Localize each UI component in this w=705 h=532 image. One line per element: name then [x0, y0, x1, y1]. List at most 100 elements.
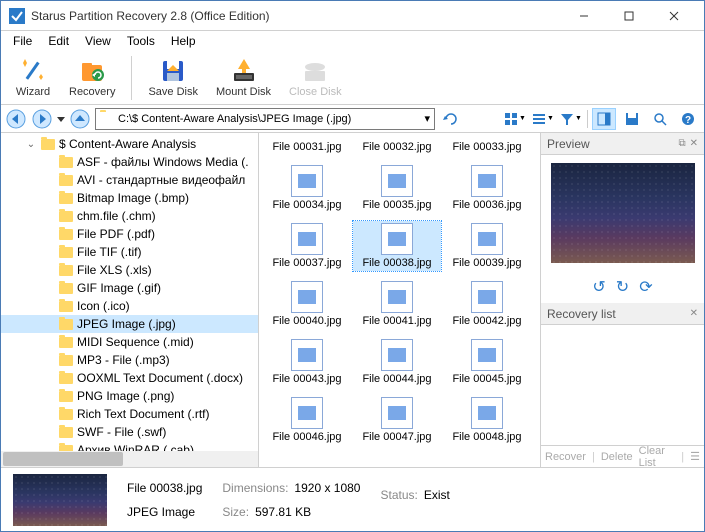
tree-item[interactable]: Rich Text Document (.rtf): [1, 405, 258, 423]
image-file-icon: [291, 223, 323, 255]
tree-item[interactable]: MP3 - File (.mp3): [1, 351, 258, 369]
file-item[interactable]: File 00036.jpg: [443, 163, 531, 213]
search-button[interactable]: [648, 108, 672, 130]
tree-item[interactable]: OOXML Text Document (.docx): [1, 369, 258, 387]
refresh-button[interactable]: [439, 108, 463, 130]
file-item[interactable]: File 00031.jpg: [263, 139, 351, 155]
collapse-icon[interactable]: ⌄: [25, 139, 37, 150]
tree-scrollbar[interactable]: [1, 451, 258, 467]
file-item[interactable]: File 00043.jpg: [263, 337, 351, 387]
nav-up-button[interactable]: [69, 108, 91, 130]
titlebar: Starus Partition Recovery 2.8 (Office Ed…: [1, 1, 704, 31]
address-dropdown[interactable]: ▾: [424, 112, 430, 125]
menubar: File Edit View Tools Help: [1, 31, 704, 51]
main-toolbar: Wizard Recovery Save Disk Mount Disk Clo…: [1, 51, 704, 105]
nav-back-button[interactable]: [5, 108, 27, 130]
nav-forward-button[interactable]: [31, 108, 53, 130]
view-mode-button[interactable]: ▼: [503, 108, 527, 130]
nav-history-dropdown[interactable]: [57, 111, 65, 127]
wizard-button[interactable]: Wizard: [9, 55, 57, 100]
folder-icon: [59, 264, 73, 276]
file-item[interactable]: File 00038.jpg: [353, 221, 441, 271]
tree-item[interactable]: File XLS (.xls): [1, 261, 258, 279]
file-item[interactable]: File 00035.jpg: [353, 163, 441, 213]
image-file-icon: [291, 165, 323, 197]
tree-item[interactable]: AVI - стандартные видеофайл: [1, 171, 258, 189]
folder-tree[interactable]: ⌄ $ Content-Aware Analysis ASF - файлы W…: [1, 133, 259, 467]
file-listing[interactable]: File 00031.jpgFile 00032.jpgFile 00033.j…: [259, 133, 540, 467]
tree-item[interactable]: MIDI Sequence (.mid): [1, 333, 258, 351]
maximize-button[interactable]: [606, 2, 651, 30]
menu-tools[interactable]: Tools: [119, 32, 163, 50]
preview-close-icon[interactable]: ✕: [690, 138, 698, 149]
recovery-list-close-icon[interactable]: ✕: [690, 308, 698, 319]
image-file-icon: [291, 397, 323, 429]
refresh-preview-icon[interactable]: ⟳: [639, 277, 652, 297]
preview-pin-icon[interactable]: ⧉: [678, 138, 685, 149]
file-item[interactable]: File 00048.jpg: [443, 395, 531, 445]
status-bar: File 00038.jpg JPEG Image Dimensions:192…: [1, 467, 704, 531]
file-item[interactable]: File 00042.jpg: [443, 279, 531, 329]
tree-item[interactable]: File PDF (.pdf): [1, 225, 258, 243]
menu-edit[interactable]: Edit: [40, 32, 77, 50]
file-item[interactable]: File 00039.jpg: [443, 221, 531, 271]
image-file-icon: [471, 165, 503, 197]
file-item[interactable]: File 00034.jpg: [263, 163, 351, 213]
image-file-icon: [471, 223, 503, 255]
file-item[interactable]: File 00040.jpg: [263, 279, 351, 329]
status-filename: File 00038.jpg: [127, 481, 202, 495]
recovery-button[interactable]: Recovery: [63, 55, 121, 100]
menu-view[interactable]: View: [77, 32, 119, 50]
svg-text:?: ?: [685, 115, 691, 126]
save-disk-label: Save Disk: [148, 86, 198, 98]
tree-item[interactable]: File TIF (.tif): [1, 243, 258, 261]
tree-item[interactable]: chm.file (.chm): [1, 207, 258, 225]
filter-button[interactable]: ▼: [559, 108, 583, 130]
clear-list-button[interactable]: Clear List: [639, 445, 676, 469]
recover-button[interactable]: Recover: [545, 451, 586, 463]
status-filetype: JPEG Image: [127, 505, 202, 519]
tree-item[interactable]: JPEG Image (.jpg): [1, 315, 258, 333]
folder-icon: [59, 156, 73, 168]
rotate-left-icon[interactable]: ↺: [592, 277, 605, 297]
rotate-right-icon[interactable]: ↻: [616, 277, 629, 297]
help-button[interactable]: ?: [676, 108, 700, 130]
recovery-list-content[interactable]: [541, 325, 704, 445]
wizard-icon: [19, 57, 47, 85]
close-button[interactable]: [651, 2, 696, 30]
image-file-icon: [291, 281, 323, 313]
folder-icon: [100, 112, 114, 126]
tree-item[interactable]: Icon (.ico): [1, 297, 258, 315]
file-item[interactable]: File 00033.jpg: [443, 139, 531, 155]
menu-help[interactable]: Help: [163, 32, 204, 50]
file-item[interactable]: File 00032.jpg: [353, 139, 441, 155]
file-item[interactable]: File 00047.jpg: [353, 395, 441, 445]
delete-button[interactable]: Delete: [601, 451, 633, 463]
tree-root[interactable]: ⌄ $ Content-Aware Analysis: [1, 135, 258, 153]
toolbar-separator: [131, 56, 132, 100]
list-options-icon[interactable]: ☰: [690, 450, 700, 463]
save-disk-button[interactable]: Save Disk: [142, 55, 204, 100]
tree-item[interactable]: SWF - File (.swf): [1, 423, 258, 441]
file-item[interactable]: File 00046.jpg: [263, 395, 351, 445]
file-item[interactable]: File 00044.jpg: [353, 337, 441, 387]
image-file-icon: [381, 223, 413, 255]
file-item[interactable]: File 00045.jpg: [443, 337, 531, 387]
save-button[interactable]: [620, 108, 644, 130]
address-toolbar: C:\$ Content-Aware Analysis\JPEG Image (…: [1, 105, 704, 133]
menu-file[interactable]: File: [5, 32, 40, 50]
mount-disk-label: Mount Disk: [216, 86, 271, 98]
tree-item[interactable]: GIF Image (.gif): [1, 279, 258, 297]
address-bar[interactable]: C:\$ Content-Aware Analysis\JPEG Image (…: [95, 108, 435, 130]
preview-toggle[interactable]: [592, 108, 616, 130]
tree-item[interactable]: Bitmap Image (.bmp): [1, 189, 258, 207]
recovery-icon: [78, 57, 106, 85]
file-item[interactable]: File 00037.jpg: [263, 221, 351, 271]
image-file-icon: [381, 165, 413, 197]
options-button[interactable]: ▼: [531, 108, 555, 130]
file-item[interactable]: File 00041.jpg: [353, 279, 441, 329]
tree-item[interactable]: PNG Image (.png): [1, 387, 258, 405]
tree-item[interactable]: ASF - файлы Windows Media (.: [1, 153, 258, 171]
minimize-button[interactable]: [561, 2, 606, 30]
mount-disk-button[interactable]: Mount Disk: [210, 55, 277, 100]
